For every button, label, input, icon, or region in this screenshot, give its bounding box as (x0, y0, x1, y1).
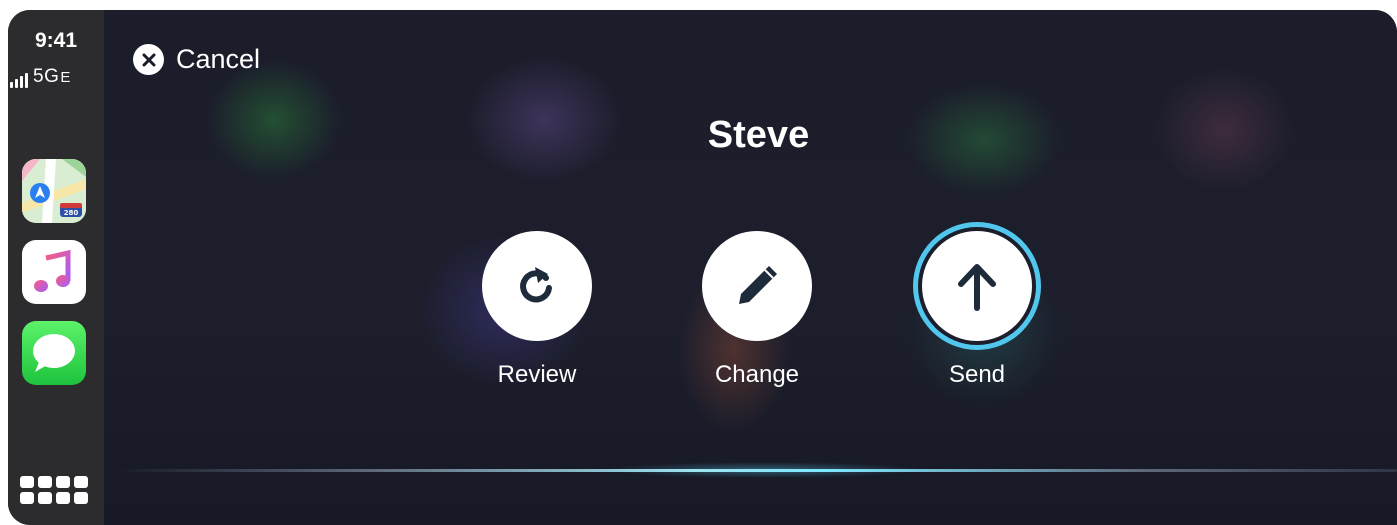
maps-app-icon[interactable]: 280 (22, 159, 86, 223)
carplay-screen: 9:41 5GE 280 Cancel Steve Review Change … (8, 10, 1397, 525)
cancel-button[interactable]: Cancel (133, 44, 260, 75)
svg-text:280: 280 (64, 209, 79, 217)
send-button[interactable]: Send (897, 231, 1057, 389)
messages-app-icon[interactable] (22, 321, 86, 385)
review-label: Review (497, 361, 577, 388)
send-arrow-icon (922, 231, 1032, 341)
status-time: 9:41 (34, 29, 78, 52)
review-icon (482, 231, 592, 341)
siri-message-panel: Cancel Steve Review Change Send (104, 10, 1397, 525)
network-type: 5GE (33, 66, 71, 87)
app-grid-icon[interactable] (20, 476, 88, 504)
send-label: Send (948, 361, 1006, 388)
cancel-label: Cancel (176, 44, 261, 74)
siri-waveform-line (118, 469, 1397, 472)
review-button[interactable]: Review (457, 231, 617, 389)
close-icon (133, 44, 164, 75)
change-button[interactable]: Change (677, 231, 837, 389)
pencil-icon (702, 231, 812, 341)
music-app-icon[interactable] (22, 240, 86, 304)
sidebar: 9:41 5GE 280 (8, 10, 104, 525)
change-label: Change (714, 361, 800, 388)
cellular-signal-icon (10, 73, 28, 88)
recipient-name: Steve (707, 114, 810, 156)
status-signal: 5GE (10, 66, 71, 88)
